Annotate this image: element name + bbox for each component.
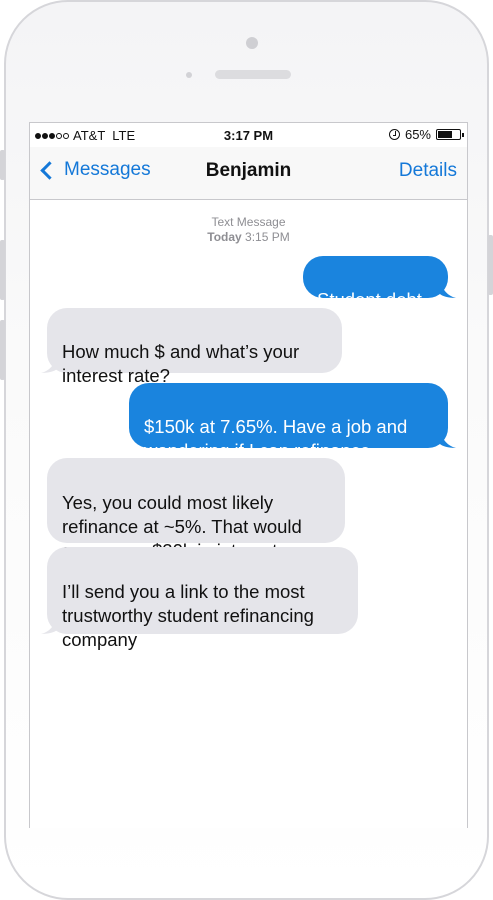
conversation-header: Text Message Today 3:15 PM [30, 215, 467, 245]
timestamp-day: Today [207, 230, 242, 244]
earpiece-speaker [215, 70, 291, 79]
bubble-tail-sent [440, 280, 456, 298]
conversation-timestamp: Today 3:15 PM [30, 230, 467, 245]
battery-icon [436, 129, 464, 140]
front-camera [246, 37, 258, 49]
bubble-tail-received [41, 355, 57, 373]
message-text: How much $ and what’s your interest rate… [62, 341, 300, 386]
mute-switch [0, 150, 5, 180]
power-button [488, 235, 493, 295]
message-type-label: Text Message [211, 215, 286, 229]
navigation-bar: Messages Benjamin Details [30, 147, 467, 200]
status-right: 65% [388, 127, 464, 142]
bubble-tail-received [41, 616, 57, 634]
status-bar: AT&T LTE 3:17 PM 65% [30, 123, 467, 147]
battery-percent: 65% [404, 127, 431, 142]
message-bubble-received[interactable]: I’ll send you a link to the most trustwo… [47, 547, 358, 650]
volume-up-button [0, 240, 5, 300]
message-bubble-sent[interactable]: Student debt [303, 256, 448, 310]
message-bubble-received[interactable]: Yes, you could most likely refinance at … [47, 458, 345, 561]
message-text: Student debt [317, 289, 422, 310]
screen: AT&T LTE 3:17 PM 65% Messages Benjamin D… [29, 122, 468, 828]
message-text: I’ll send you a link to the most trustwo… [62, 581, 314, 650]
rotation-lock-icon [388, 129, 400, 140]
volume-down-button [0, 320, 5, 380]
battery-fill [438, 131, 452, 138]
message-text: $150k at 7.65%. Have a job and wondering… [144, 416, 408, 461]
timestamp-time: 3:15 PM [245, 230, 290, 244]
message-bubble-received[interactable]: How much $ and what’s your interest rate… [47, 308, 342, 386]
proximity-sensor [186, 72, 192, 78]
message-bubble-sent[interactable]: $150k at 7.65%. Have a job and wondering… [129, 383, 448, 461]
bubble-tail-sent [440, 430, 456, 448]
details-button[interactable]: Details [399, 160, 457, 182]
